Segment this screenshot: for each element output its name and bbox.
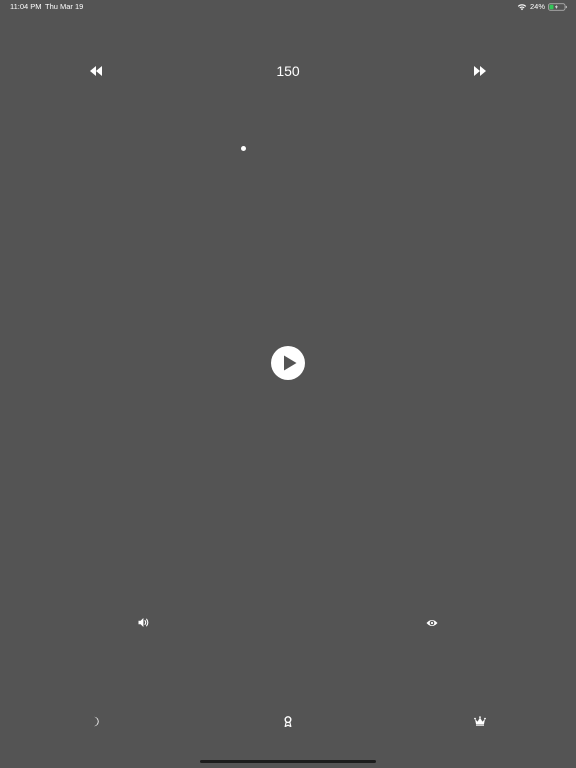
decrease-tempo-button[interactable] — [88, 64, 104, 78]
status-indicators: 24% — [517, 0, 568, 14]
home-indicator[interactable] — [200, 760, 376, 763]
moon-icon — [94, 716, 99, 727]
tempo-value[interactable]: 150 — [248, 62, 328, 80]
night-mode-button[interactable] — [92, 716, 100, 727]
visual-toggle-button[interactable] — [426, 618, 438, 628]
status-date: Thu Mar 19 — [45, 2, 84, 11]
play-icon — [283, 355, 296, 371]
beat-indicator-dot — [240, 145, 246, 151]
speaker-icon — [138, 618, 149, 627]
award-button[interactable] — [284, 716, 292, 727]
play-button[interactable] — [271, 346, 305, 380]
status-bar: 11:04 PM Thu Mar 19 24% — [0, 0, 576, 14]
rewind-icon — [90, 66, 102, 76]
crown-icon — [474, 716, 486, 726]
premium-button[interactable] — [474, 716, 486, 726]
battery-icon — [548, 3, 567, 11]
battery-percent: 24% — [529, 2, 545, 11]
metronome-screen: 11:04 PM Thu Mar 19 24% 150 — [0, 0, 576, 768]
eye-icon — [426, 620, 438, 626]
fast-forward-icon — [474, 66, 486, 76]
increase-tempo-button[interactable] — [472, 64, 488, 78]
wifi-icon — [517, 4, 527, 11]
status-time: 11:04 PM — [10, 2, 42, 11]
award-ribbon-icon — [284, 716, 292, 727]
sound-toggle-button[interactable] — [138, 617, 150, 628]
